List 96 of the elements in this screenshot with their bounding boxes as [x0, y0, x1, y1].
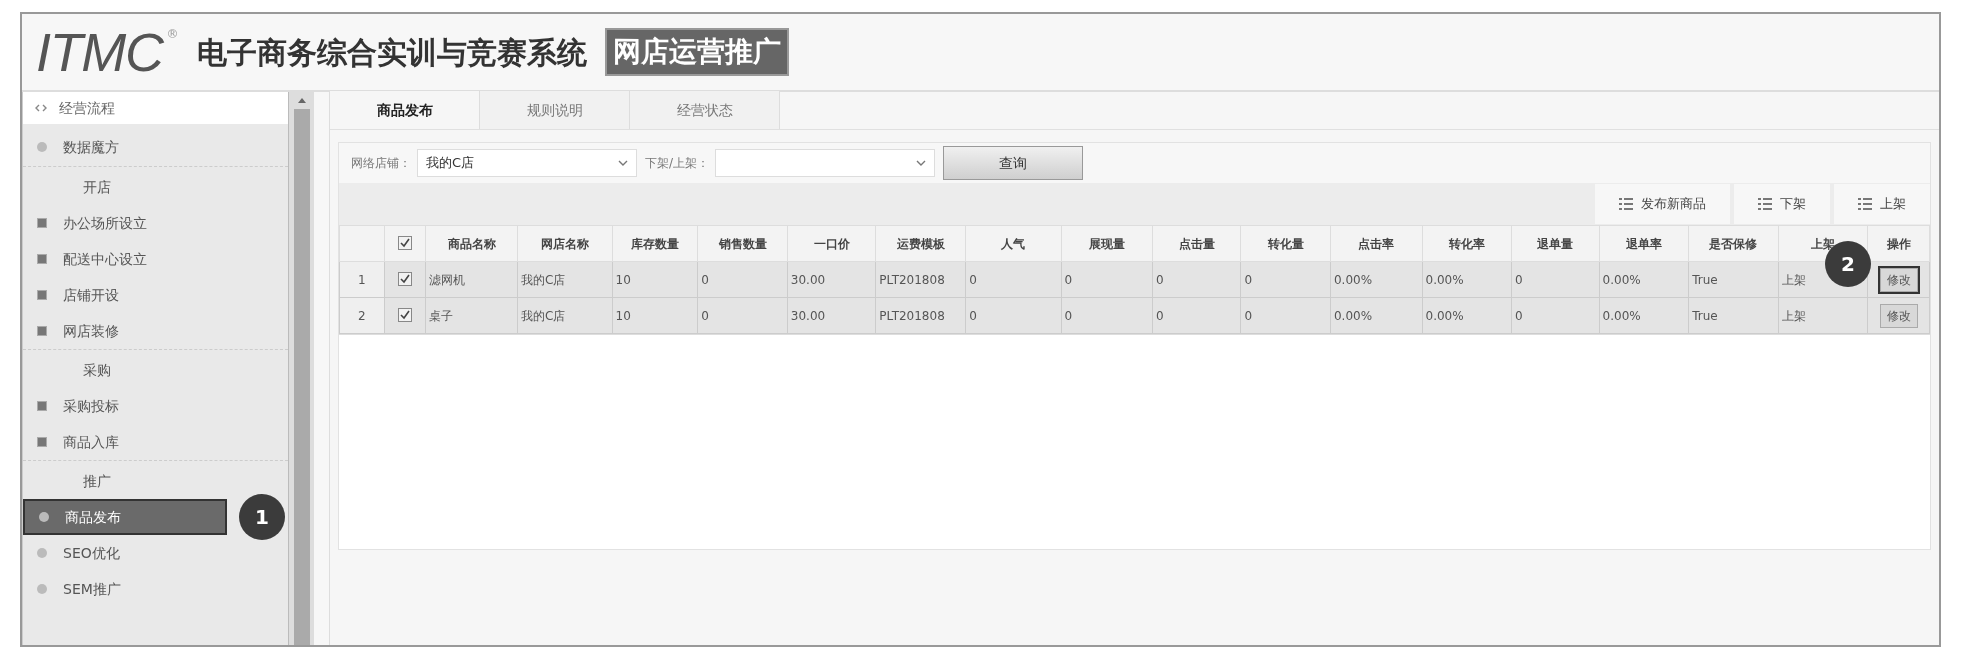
column-header: 点击率	[1330, 225, 1422, 262]
column-header: 退单量	[1511, 225, 1600, 262]
chevron-down-icon	[618, 160, 628, 166]
table-cell: 0.00%	[1422, 297, 1512, 334]
square-icon	[37, 326, 47, 336]
table-cell: 0	[697, 261, 788, 298]
table-cell: 0	[965, 261, 1061, 298]
table-cell: 0	[1061, 297, 1153, 334]
tab[interactable]: 经营状态	[630, 91, 780, 129]
column-header: 网店名称	[517, 225, 613, 262]
list-icon	[1858, 198, 1872, 210]
table-cell: 0	[1511, 297, 1600, 334]
table-cell: 0	[1241, 297, 1331, 334]
tab[interactable]: 商品发布	[330, 91, 480, 129]
column-header: 转化量	[1241, 225, 1331, 262]
scroll-up-icon[interactable]	[297, 98, 306, 103]
table-cell: 0	[697, 297, 788, 334]
registered-mark: ®	[166, 26, 179, 43]
checkbox[interactable]	[398, 307, 412, 322]
query-button[interactable]: 查询	[943, 146, 1084, 180]
table-cell: 上架	[1778, 297, 1868, 334]
sidebar-item[interactable]: 数据魔方	[23, 128, 288, 166]
table-cell: 0.00%	[1330, 261, 1422, 298]
collapse-icon	[35, 104, 47, 112]
table-cell: 10	[612, 297, 698, 334]
sidebar-item[interactable]: 配送中心设立	[23, 241, 227, 277]
column-header: 运费模板	[875, 225, 966, 262]
check-icon	[400, 309, 410, 320]
table-cell: 我的C店	[517, 261, 613, 298]
square-icon	[37, 254, 47, 264]
edit-button[interactable]: 修改	[1879, 303, 1918, 328]
column-header: 是否保修	[1688, 225, 1779, 262]
column-header: 库存数量	[612, 225, 698, 262]
table-cell: 0	[1152, 297, 1241, 334]
square-icon	[37, 218, 47, 228]
table-cell: 0.00%	[1599, 261, 1689, 298]
check-icon	[400, 237, 410, 248]
row-number: 2	[339, 297, 385, 334]
table-cell: 30.00	[787, 297, 876, 334]
table-cell: 桌子	[425, 297, 518, 334]
column-header: 一口价	[787, 225, 876, 262]
sidebar-item[interactable]: 商品入库	[23, 424, 227, 460]
callout-badge: 1	[239, 494, 285, 540]
column-header: 人气	[965, 225, 1061, 262]
square-icon	[37, 290, 47, 300]
list-icon	[1758, 198, 1772, 210]
sidebar-item[interactable]: 商品发布	[23, 499, 227, 535]
sidebar-item[interactable]: 采购投标	[23, 388, 227, 424]
table-cell: 30.00	[787, 261, 876, 298]
sidebar-item[interactable]: SEO优化	[23, 535, 227, 571]
column-header: 转化率	[1422, 225, 1512, 262]
square-icon	[37, 437, 47, 447]
check-icon	[400, 273, 410, 284]
table-cell: 0	[965, 297, 1061, 334]
table-cell: 10	[612, 261, 698, 298]
table-cell: 0	[1511, 261, 1600, 298]
square-icon	[37, 401, 47, 411]
table-cell: PLT201808	[875, 297, 966, 334]
table-cell: 滤网机	[425, 261, 518, 298]
column-header: 销售数量	[697, 225, 788, 262]
logo: ITMC	[36, 25, 163, 79]
sidebar-item[interactable]: 网店装修	[23, 313, 227, 349]
sidebar-item[interactable]: SEM推广	[23, 571, 227, 607]
table-cell: 我的C店	[517, 297, 613, 334]
table-cell: True	[1688, 261, 1779, 298]
table-cell: 0.00%	[1599, 297, 1689, 334]
column-header: 商品名称	[425, 225, 518, 262]
filter-label: 网络店铺：	[351, 155, 411, 172]
sidebar-group-label: 开店	[82, 178, 112, 197]
sidebar-title: 经营流程	[59, 98, 115, 118]
dropdown[interactable]: 我的C店	[417, 149, 637, 177]
edit-button[interactable]: 修改	[1879, 267, 1918, 292]
filter-label: 下架/上架：	[645, 155, 710, 172]
sidebar-group-label: 推广	[82, 472, 112, 491]
chevron-down-icon	[916, 160, 927, 166]
table-cell: 0.00%	[1330, 297, 1422, 334]
system-title: 电子商务综合实训与竞赛系统	[196, 33, 587, 72]
module-label: 网店运营推广	[604, 28, 789, 76]
tab[interactable]: 规则说明	[480, 91, 630, 129]
sidebar-item[interactable]: 办公场所设立	[23, 205, 227, 241]
row-number: 1	[339, 261, 385, 298]
table-cell: 0	[1152, 261, 1241, 298]
column-header: 展现量	[1061, 225, 1153, 262]
table-cell: 0	[1061, 261, 1153, 298]
table-cell: 0.00%	[1422, 261, 1512, 298]
checkbox[interactable]	[398, 271, 412, 286]
scrollbar[interactable]	[288, 92, 314, 645]
table-cell: True	[1688, 297, 1779, 334]
column-header: 退单率	[1599, 225, 1689, 262]
column-header: 点击量	[1152, 225, 1241, 262]
list-icon	[1619, 198, 1633, 210]
sidebar-group-label: 采购	[82, 361, 112, 380]
checkbox[interactable]	[398, 235, 412, 250]
table-cell: 0	[1241, 261, 1331, 298]
table-cell: PLT201808	[875, 261, 966, 298]
sidebar-item[interactable]: 店铺开设	[23, 277, 227, 313]
